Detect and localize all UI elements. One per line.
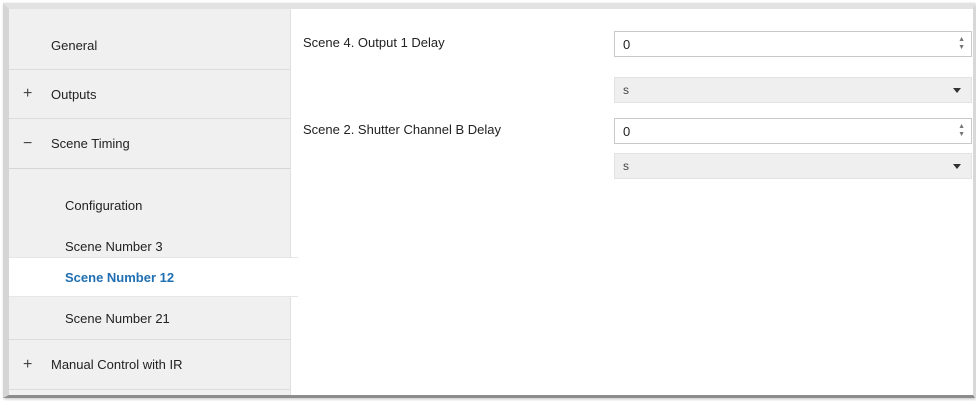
- sidebar-item-label: Manual Control with IR: [51, 357, 183, 372]
- spinner-icon[interactable]: ▲ ▼: [958, 36, 965, 52]
- shutter-b-delay-unit-select[interactable]: s: [614, 153, 972, 179]
- sidebar-item-general[interactable]: General: [9, 22, 290, 70]
- output-1-delay-unit-select[interactable]: s: [614, 77, 972, 103]
- expand-plus-icon[interactable]: +: [9, 356, 51, 374]
- dropdown-caret-icon: [953, 88, 961, 93]
- sidebar-subitem-scene-number-12[interactable]: Scene Number 12: [9, 257, 298, 297]
- input-value: 0: [623, 36, 631, 52]
- sidebar-item-label: Outputs: [51, 86, 97, 102]
- shutter-b-delay-input[interactable]: 0 ▲ ▼: [614, 118, 972, 144]
- collapse-minus-icon[interactable]: −: [9, 135, 51, 153]
- output-1-delay-input[interactable]: 0 ▲ ▼: [614, 31, 972, 57]
- select-value: s: [623, 83, 629, 97]
- sidebar-subitem-configuration[interactable]: Configuration: [9, 184, 290, 226]
- sidebar-item-manual-control[interactable]: + Manual Control with IR: [9, 340, 290, 390]
- sidebar-subitem-label: Scene Number 12: [65, 269, 175, 285]
- sidebar-item-label: Scene Timing: [51, 136, 130, 151]
- select-value: s: [623, 159, 629, 173]
- shutter-b-delay-label: Scene 2. Shutter Channel B Delay: [303, 122, 502, 137]
- sidebar-subitem-label: Scene Number 3: [65, 239, 163, 254]
- main-panel: Scene 4. Output 1 Delay 0 ▲ ▼ s Scene 2. …: [291, 9, 973, 395]
- dropdown-caret-icon: [953, 164, 961, 169]
- output-1-delay-label: Scene 4. Output 1 Delay: [303, 35, 445, 50]
- spinner-icon[interactable]: ▲ ▼: [958, 123, 965, 139]
- expand-plus-icon[interactable]: +: [9, 85, 51, 103]
- sidebar-subitem-label: Configuration: [65, 197, 143, 213]
- input-value: 0: [623, 123, 631, 139]
- sidebar-subitem-scene-number-21[interactable]: Scene Number 21: [9, 298, 290, 340]
- window-frame: General + Outputs − Scene Timing Configu…: [3, 3, 975, 398]
- sidebar-item-label: General: [51, 38, 98, 53]
- sidebar-item-scene-timing[interactable]: − Scene Timing: [9, 119, 290, 169]
- sidebar-subitem-label: Scene Number 21: [65, 311, 170, 326]
- sidebar-item-outputs[interactable]: + Outputs: [9, 70, 290, 119]
- sidebar: General + Outputs − Scene Timing Configu…: [9, 9, 298, 395]
